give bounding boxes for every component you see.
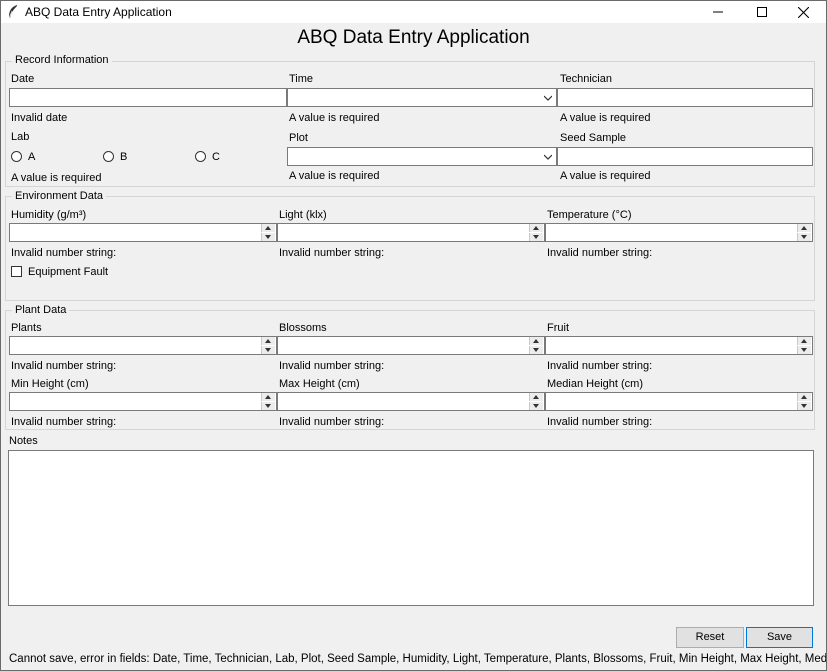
humidity-label: Humidity (g/m³) (11, 209, 87, 221)
close-button[interactable] (781, 1, 825, 23)
spin-down-icon[interactable] (529, 346, 543, 354)
median-height-spinbox[interactable] (545, 392, 813, 411)
min-height-label: Min Height (cm) (11, 378, 89, 390)
chevron-down-icon (543, 93, 553, 101)
spin-down-icon[interactable] (261, 346, 275, 354)
seed-sample-error: A value is required (560, 170, 651, 182)
app-heading: ABQ Data Entry Application (297, 27, 530, 48)
environment-data-label: Environment Data (12, 190, 107, 202)
fruit-error: Invalid number string: (547, 360, 653, 372)
save-button[interactable]: Save (746, 627, 813, 648)
plant-data-label: Plant Data (12, 304, 70, 316)
blossoms-label: Blossoms (279, 322, 327, 334)
temperature-error: Invalid number string: (547, 247, 653, 259)
fruit-label: Fruit (547, 322, 569, 334)
lab-option-c-label: C (212, 151, 220, 163)
max-height-error: Invalid number string: (279, 416, 385, 428)
window-title: ABQ Data Entry Application (25, 5, 172, 19)
technician-label: Technician (560, 73, 612, 85)
record-information-label: Record Information (12, 54, 112, 66)
spin-down-icon[interactable] (529, 233, 543, 241)
blossoms-error: Invalid number string: (279, 360, 385, 372)
spin-up-icon[interactable] (797, 393, 811, 401)
spin-up-icon[interactable] (797, 224, 811, 232)
temperature-spinbox[interactable] (545, 223, 813, 242)
spin-up-icon[interactable] (261, 393, 275, 401)
lab-label: Lab (11, 131, 30, 143)
technician-error: A value is required (560, 112, 651, 124)
temperature-label: Temperature (°C) (547, 209, 632, 221)
record-information-frame (5, 61, 815, 187)
light-label: Light (klx) (279, 209, 327, 221)
spin-down-icon[interactable] (261, 233, 275, 241)
plot-label: Plot (289, 132, 308, 144)
reset-button[interactable]: Reset (676, 627, 744, 648)
min-height-error: Invalid number string: (11, 416, 117, 428)
max-height-label: Max Height (cm) (279, 378, 360, 390)
lab-radio-c[interactable] (195, 151, 206, 162)
plants-spinbox[interactable] (9, 336, 277, 355)
environment-data-frame (5, 196, 815, 301)
spin-up-icon[interactable] (797, 337, 811, 345)
spin-down-icon[interactable] (529, 402, 543, 410)
notes-label: Notes (9, 435, 38, 447)
notes-textarea[interactable] (8, 450, 814, 606)
minimize-button[interactable] (696, 1, 740, 23)
status-bar: Cannot save, error in fields: Date, Time… (9, 653, 827, 665)
max-height-spinbox[interactable] (277, 392, 545, 411)
time-label: Time (289, 73, 314, 85)
time-combobox[interactable] (287, 88, 557, 107)
seed-sample-input[interactable] (557, 147, 813, 166)
spin-up-icon[interactable] (529, 224, 543, 232)
light-spinbox[interactable] (277, 223, 545, 242)
lab-error: A value is required (11, 172, 102, 184)
spin-down-icon[interactable] (797, 346, 811, 354)
technician-input[interactable] (557, 88, 813, 107)
plants-label: Plants (11, 322, 42, 334)
humidity-error: Invalid number string: (11, 247, 117, 259)
chevron-down-icon (543, 152, 553, 160)
median-height-label: Median Height (cm) (547, 378, 643, 390)
spin-down-icon[interactable] (797, 233, 811, 241)
plants-error: Invalid number string: (11, 360, 117, 372)
equipment-fault-checkbox[interactable] (11, 266, 22, 277)
date-error: Invalid date (11, 112, 68, 124)
min-height-spinbox[interactable] (9, 392, 277, 411)
equipment-fault-label: Equipment Fault (28, 266, 109, 278)
date-label: Date (11, 73, 35, 85)
spin-down-icon[interactable] (261, 402, 275, 410)
plot-combobox[interactable] (287, 147, 557, 166)
seed-sample-label: Seed Sample (560, 132, 627, 144)
plant-data-frame (5, 310, 815, 430)
blossoms-spinbox[interactable] (277, 336, 545, 355)
date-input[interactable] (9, 88, 287, 107)
lab-option-b-label: B (120, 151, 128, 163)
spin-down-icon[interactable] (797, 402, 811, 410)
lab-radio-b[interactable] (103, 151, 114, 162)
spin-up-icon[interactable] (529, 337, 543, 345)
feather-icon (7, 5, 19, 22)
time-error: A value is required (289, 112, 380, 124)
humidity-spinbox[interactable] (9, 223, 277, 242)
fruit-spinbox[interactable] (545, 336, 813, 355)
spin-up-icon[interactable] (261, 224, 275, 232)
light-error: Invalid number string: (279, 247, 385, 259)
spin-up-icon[interactable] (261, 337, 275, 345)
lab-radio-a[interactable] (11, 151, 22, 162)
plot-error: A value is required (289, 170, 380, 182)
median-height-error: Invalid number string: (547, 416, 653, 428)
spin-up-icon[interactable] (529, 393, 543, 401)
maximize-button[interactable] (740, 1, 784, 23)
window-title-bar[interactable]: ABQ Data Entry Application (1, 1, 826, 23)
lab-option-a-label: A (28, 151, 36, 163)
